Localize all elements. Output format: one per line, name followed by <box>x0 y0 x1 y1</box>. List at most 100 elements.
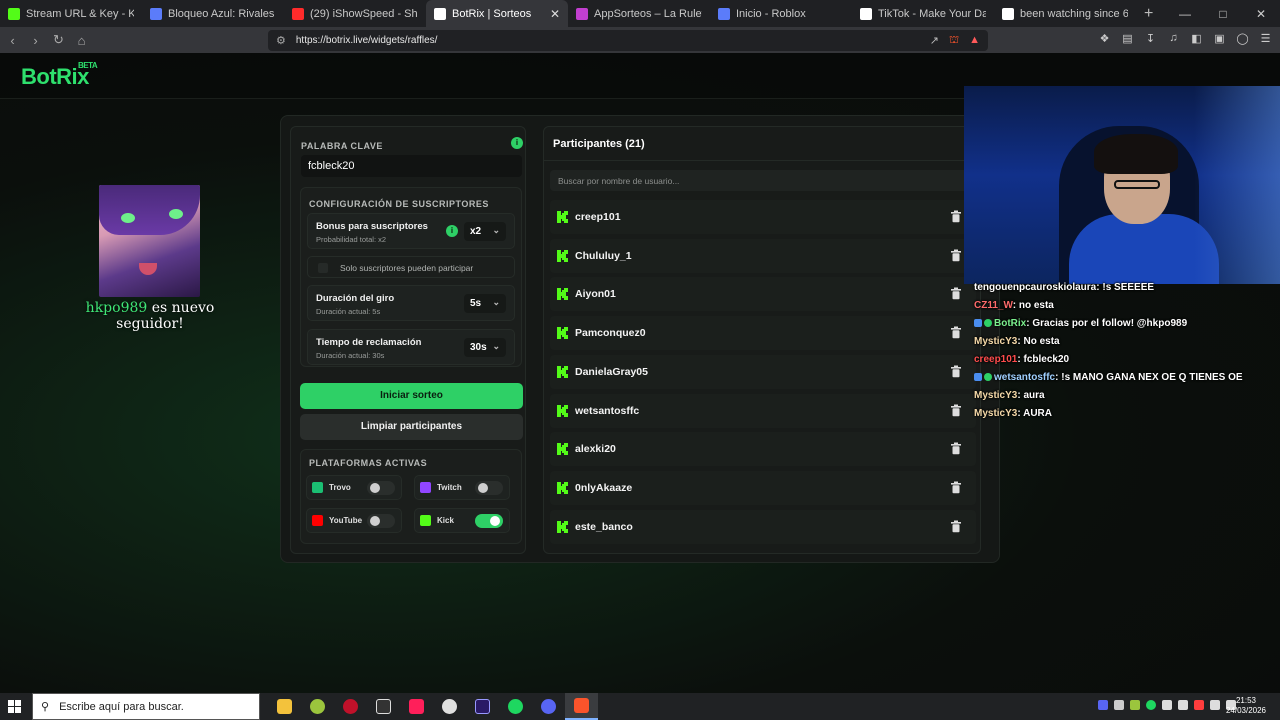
tab-label: Stream URL & Key - Kick Dashb <box>26 7 134 20</box>
platform-youtube: YouTube <box>306 508 402 533</box>
trash-icon[interactable] <box>950 404 962 417</box>
chat-username: MysticY3 <box>974 336 1018 347</box>
clock-date: 24/03/2026 <box>1225 706 1266 715</box>
tray-network-icon[interactable] <box>1178 700 1188 710</box>
minimize-button[interactable]: — <box>1166 0 1204 27</box>
trash-icon[interactable] <box>950 249 962 262</box>
home-button[interactable]: ⌂ <box>71 33 92 48</box>
media-player-icon[interactable] <box>334 693 367 720</box>
participant-row: Aiyon01 <box>550 277 976 312</box>
xbox-icon[interactable] <box>301 693 334 720</box>
reading-list-icon[interactable]: ▤ <box>1121 32 1134 45</box>
trash-icon[interactable] <box>950 287 962 300</box>
browser-tab[interactable]: Inicio - Roblox <box>710 0 852 27</box>
browser-tab[interactable]: been watching since 600k0ll 2 <box>994 0 1136 27</box>
spin-select[interactable]: 5s ⌄ <box>464 294 506 313</box>
discord-icon[interactable] <box>532 693 565 720</box>
only-subs-checkbox[interactable] <box>318 263 328 273</box>
search-icon: ⚲ <box>41 701 50 713</box>
trash-icon[interactable] <box>950 481 962 494</box>
tray-app-icon[interactable] <box>1130 700 1140 710</box>
forward-button[interactable]: › <box>25 33 46 48</box>
menu-icon[interactable]: ☰ <box>1259 32 1272 45</box>
trash-icon[interactable] <box>950 442 962 455</box>
vpn-icon[interactable]: ◯ <box>1236 32 1249 45</box>
trash-icon[interactable] <box>950 326 962 339</box>
platform-toggle[interactable] <box>367 514 395 528</box>
trash-icon[interactable] <box>950 210 962 223</box>
media-icon[interactable]: ♫ <box>1167 32 1180 45</box>
platform-toggle[interactable] <box>475 514 503 528</box>
taskbar-search[interactable]: ⚲ Escribe aquí para buscar. <box>32 693 260 720</box>
close-tab-icon[interactable]: ✕ <box>550 7 560 21</box>
trash-icon[interactable] <box>950 365 962 378</box>
tiktok-icon[interactable] <box>400 693 433 720</box>
chat-username: wetsantosffc <box>994 372 1056 383</box>
botrix-logo[interactable]: BotRix BETA <box>21 61 98 90</box>
participant-name: wetsantosffc <box>575 404 640 417</box>
only-subs-row[interactable]: Solo suscriptores pueden participar <box>307 256 515 278</box>
chat-text: : AURA <box>1017 408 1052 419</box>
premiere-icon[interactable] <box>466 693 499 720</box>
epic-games-icon[interactable] <box>367 693 400 720</box>
tray-spotify-icon[interactable] <box>1146 700 1156 710</box>
taskbar-apps <box>268 693 598 720</box>
beta-badge: BETA <box>78 61 98 70</box>
kick-icon <box>557 365 568 378</box>
browser-tab[interactable]: Stream URL & Key - Kick Dashb <box>0 0 142 27</box>
download-icon[interactable]: ↧ <box>1144 32 1157 45</box>
obs-icon[interactable] <box>433 693 466 720</box>
participant-row: alexki20 <box>550 432 976 467</box>
participant-name: creep101 <box>575 211 621 223</box>
reload-button[interactable]: ↻ <box>48 32 69 48</box>
only-subs-label: Solo suscriptores pueden participar <box>340 263 474 273</box>
tray-discord-icon[interactable] <box>1098 700 1108 710</box>
chat-text: : aura <box>1017 390 1045 401</box>
brave-browser-icon[interactable] <box>565 693 598 720</box>
keyword-input[interactable]: fcbleck20 <box>301 155 522 177</box>
tray-steam-icon[interactable] <box>1162 700 1172 710</box>
browser-tab[interactable]: AppSorteos – La Ruleta de la S <box>568 0 710 27</box>
chat-message: CZ11_W: no esta <box>974 300 1054 311</box>
maximize-button[interactable]: □ <box>1204 0 1242 27</box>
close-window-button[interactable]: ✕ <box>1242 0 1280 27</box>
participant-row: creep101 <box>550 200 976 234</box>
extensions-icon[interactable]: ❖ <box>1098 32 1111 45</box>
back-button[interactable]: ‹ <box>2 33 23 48</box>
sidebar-icon[interactable]: ◧ <box>1190 32 1203 45</box>
bonus-info-icon[interactable]: i <box>446 225 458 237</box>
platform-toggle[interactable] <box>475 481 503 495</box>
share-icon[interactable]: ↗ <box>930 34 939 48</box>
address-bar[interactable]: ⚙ https://botrix.live/widgets/raffles/ ↗… <box>268 30 988 51</box>
bonus-select[interactable]: x2 ⌄ <box>464 222 506 241</box>
tray-controller-icon[interactable] <box>1114 700 1124 710</box>
participant-search-input[interactable]: Buscar por nombre de usuario... <box>550 170 976 191</box>
clear-participants-button[interactable]: Limpiar participantes <box>300 414 523 440</box>
brave-shield-icon[interactable]: ⛫ <box>949 34 959 48</box>
tab-favicon-icon <box>718 7 730 20</box>
tray-recording-icon[interactable] <box>1194 700 1204 710</box>
browser-tab[interactable]: (29) iShowSpeed - Shake It <box>284 0 426 27</box>
system-tray <box>1098 700 1236 710</box>
file-explorer-icon[interactable] <box>268 693 301 720</box>
browser-tab[interactable]: TikTok - Make Your Day <box>852 0 994 27</box>
tray-mic-icon[interactable] <box>1210 700 1220 710</box>
browser-tab[interactable]: Bloqueo Azul: Rivales | Juega e <box>142 0 284 27</box>
site-info-icon[interactable]: ⚙ <box>276 34 286 47</box>
wallet-icon[interactable]: ▣ <box>1213 32 1226 45</box>
windows-start-icon[interactable] <box>8 700 21 713</box>
platform-trovo: Trovo <box>306 475 402 500</box>
rewards-icon[interactable]: ▲ <box>969 34 980 48</box>
spotify-icon[interactable] <box>499 693 532 720</box>
platform-toggle[interactable] <box>367 481 395 495</box>
browser-tab[interactable]: BotRix | Sorteos ✕ <box>426 0 568 27</box>
info-icon[interactable]: i <box>511 137 523 149</box>
trash-icon[interactable] <box>950 520 962 533</box>
start-raffle-button[interactable]: Iniciar sorteo <box>300 383 523 409</box>
bonus-value: x2 <box>470 226 482 237</box>
new-tab-button[interactable]: + <box>1136 5 1161 23</box>
subscriber-config-title: CONFIGURACIÓN DE SUSCRIPTORES <box>309 199 489 209</box>
claim-select[interactable]: 30s ⌄ <box>464 338 506 357</box>
taskbar-clock[interactable]: 21:53 24/03/2026 <box>1226 696 1266 716</box>
spin-duration-option: Duración del giro Duración actual: 5s 5s… <box>307 285 515 321</box>
